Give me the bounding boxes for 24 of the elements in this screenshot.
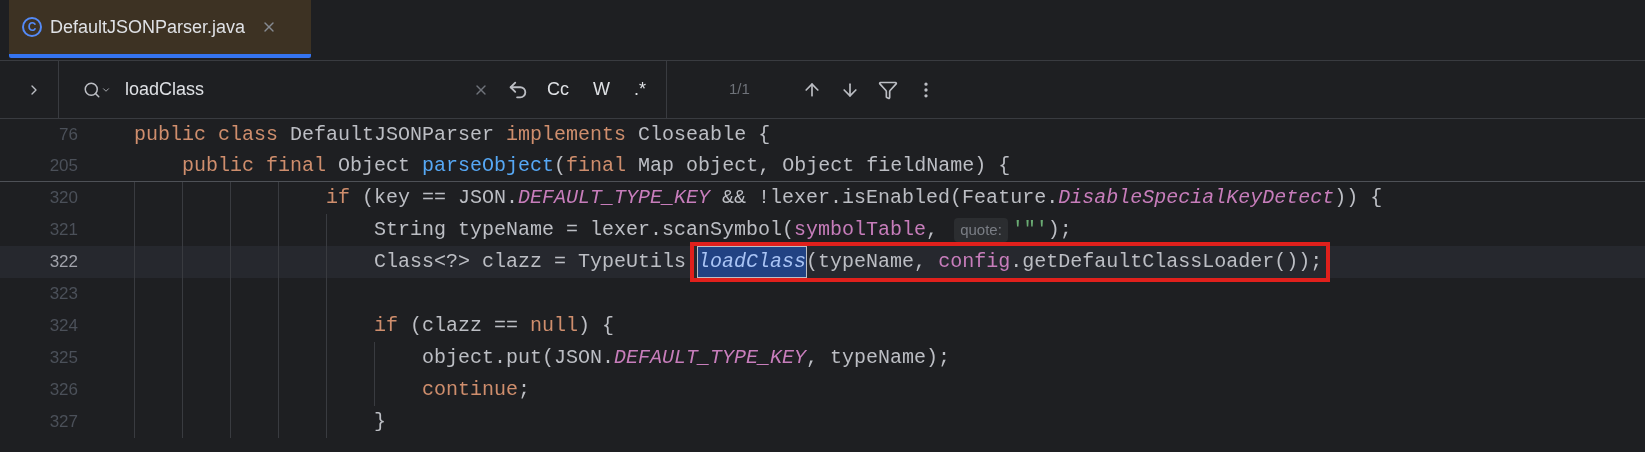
code-text: (typeName, config.getDefaultClassLoader()); — [806, 249, 1323, 275]
code-text: '"'); — [1011, 217, 1072, 243]
code-text: if (key == JSON.DEFAULT_TYPE_KEY && !lexer.isEnabled(Feature.DisableSpecialKeyDetect)) { — [326, 185, 1383, 211]
search-option[interactable]: Cc — [541, 76, 575, 103]
code-text: public class DefaultJSONParser implements Closeable { — [134, 121, 771, 148]
code-text: } — [374, 409, 386, 435]
filter-icon[interactable] — [877, 79, 898, 100]
code-text: continue; — [422, 377, 531, 403]
search-field[interactable]: loadClass — [125, 76, 465, 103]
tab-label: DefaultJSONParser.java — [50, 15, 246, 39]
code-text: object.put(JSON.DEFAULT_TYPE_KEY, typeName); — [422, 345, 951, 371]
search-option[interactable]: .* — [628, 76, 652, 103]
class-icon: C — [22, 17, 42, 37]
search-option[interactable]: W — [587, 76, 616, 103]
code-text: if (clazz == null) { — [374, 313, 615, 339]
code-text: public final Object parseObject(final Map object, Object fieldName) { — [181, 152, 1011, 179]
inlay-hint: quote: — [954, 218, 1008, 242]
search-match-highlight: loadClass — [698, 247, 807, 277]
match-count: 1/1 — [729, 79, 750, 100]
file-tab[interactable]: C DefaultJSONParser.java — [9, 0, 311, 58]
line-number: 322 — [48, 251, 78, 274]
code-text: String typeName = lexer.scanSymbol(symbolTable, — [374, 217, 940, 243]
code-text: Class<?> clazz = TypeUtils — [374, 249, 688, 275]
search-icon[interactable] — [83, 80, 111, 99]
